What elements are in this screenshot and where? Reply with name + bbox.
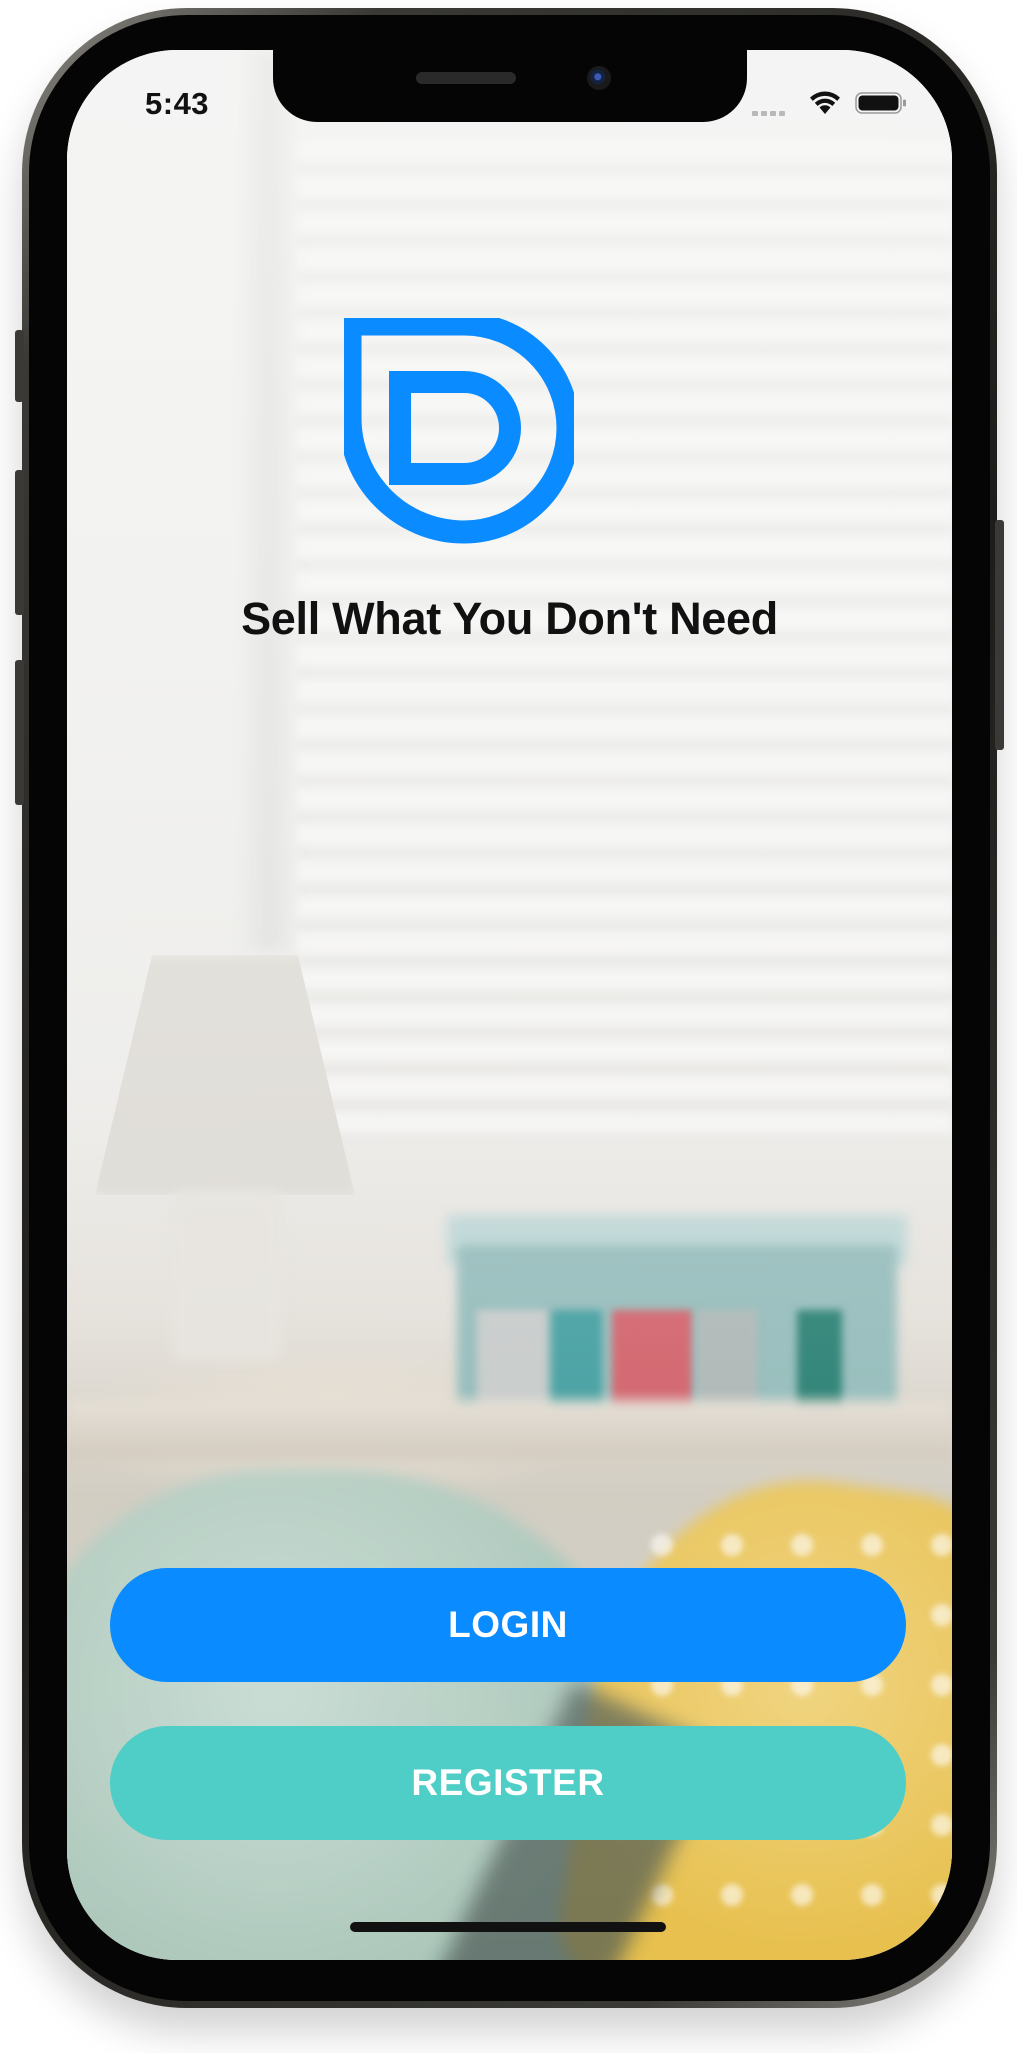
notch bbox=[273, 50, 747, 122]
volume-up-button bbox=[15, 470, 24, 615]
wifi-icon bbox=[810, 91, 840, 114]
volume-down-button bbox=[15, 660, 24, 805]
status-time: 5:43 bbox=[145, 86, 210, 121]
app-screen: 5:43 Sell What You Don't Need LOGIN REGI… bbox=[67, 50, 952, 1960]
d-logo-icon bbox=[344, 318, 574, 544]
home-indicator[interactable] bbox=[350, 1922, 666, 1932]
power-button bbox=[995, 520, 1004, 750]
cellular-signal-icon bbox=[752, 104, 792, 116]
register-button[interactable]: REGISTER bbox=[110, 1726, 906, 1840]
battery-icon bbox=[855, 92, 906, 114]
earpiece-speaker bbox=[416, 72, 516, 84]
silent-switch bbox=[15, 330, 24, 402]
login-button[interactable]: LOGIN bbox=[110, 1568, 906, 1682]
app-tagline: Sell What You Don't Need bbox=[241, 593, 778, 644]
front-camera bbox=[587, 66, 611, 90]
